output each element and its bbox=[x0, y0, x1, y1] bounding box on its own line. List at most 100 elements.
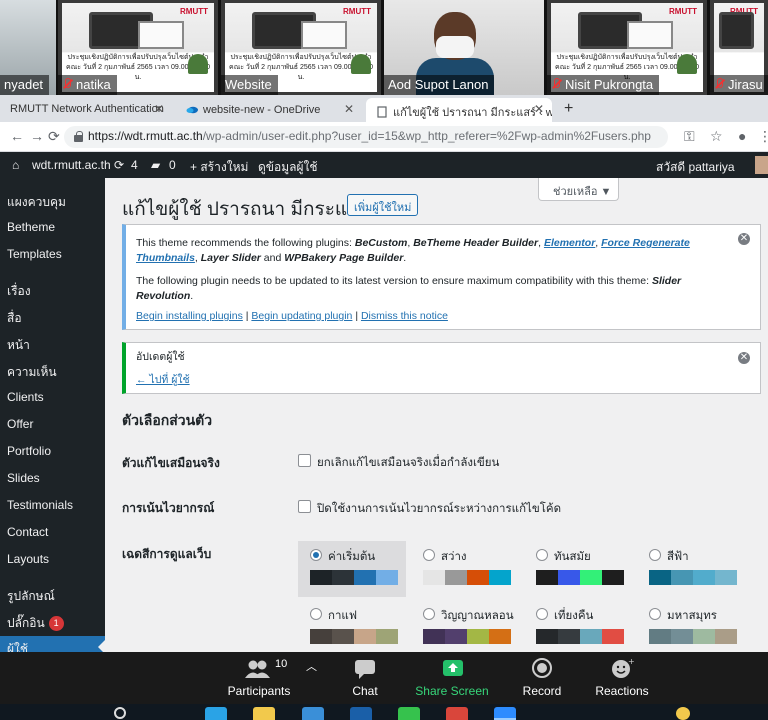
color-scheme-option[interactable]: ทันสมัย bbox=[524, 541, 632, 597]
dismiss-notice-link[interactable]: Dismiss this notice bbox=[361, 310, 448, 322]
participant-tile[interactable]: RMUTT ประชุมเชิงปฏิบัติการเพื่อปรับปรุงเว… bbox=[547, 0, 707, 95]
back-icon[interactable]: ← bbox=[10, 128, 24, 144]
menu-item-templates[interactable]: Templates bbox=[7, 247, 62, 261]
plugin-link[interactable]: Elementor bbox=[544, 237, 595, 249]
store-icon[interactable] bbox=[302, 707, 324, 720]
color-scheme-option[interactable]: สว่าง bbox=[411, 541, 519, 597]
tray-icon[interactable] bbox=[676, 707, 690, 720]
menu-item-plugins[interactable]: ปลั๊กอิน 1 bbox=[7, 614, 64, 633]
record-button[interactable]: Record bbox=[512, 652, 572, 704]
chrome-icon[interactable] bbox=[446, 707, 468, 720]
back-to-users-link[interactable]: ← ไปที่ ผู้ใช้ bbox=[136, 374, 190, 386]
mic-muted-icon bbox=[714, 78, 724, 90]
menu-item-portfolio[interactable]: Portfolio bbox=[7, 444, 51, 458]
participant-tile[interactable]: RMUTT Jirasu bbox=[710, 0, 768, 95]
menu-item-betheme[interactable]: Betheme bbox=[7, 220, 55, 234]
color-scheme-radio[interactable] bbox=[423, 608, 435, 620]
menu-item-layouts[interactable]: Layouts bbox=[7, 552, 49, 566]
help-tab-button[interactable]: ช่วยเหลือ ▼ bbox=[538, 178, 619, 201]
participants-button[interactable]: 10 Participants bbox=[222, 652, 296, 704]
url-field[interactable]: https://wdt.rmutt.ac.th/wp-admin/user-ed… bbox=[64, 126, 668, 148]
participants-menu-button[interactable]: ︿ bbox=[300, 652, 324, 704]
share-screen-icon bbox=[443, 660, 463, 676]
browser-tab[interactable]: website-new - OneDrive ✕ bbox=[176, 98, 362, 122]
menu-item-users[interactable]: ผู้ใช้ bbox=[7, 640, 28, 652]
search-icon[interactable] bbox=[114, 707, 126, 719]
updates-icon[interactable]: ⟳ bbox=[114, 158, 124, 172]
avatar[interactable] bbox=[755, 156, 768, 174]
comments-icon[interactable]: ▰ bbox=[151, 158, 160, 172]
menu-item-clients[interactable]: Clients bbox=[7, 390, 44, 404]
participant-tile[interactable]: RMUTT ประชุมเชิงปฏิบัติการเพื่อปรับปรุงเว… bbox=[221, 0, 381, 95]
visual-editor-checkbox[interactable] bbox=[298, 454, 311, 467]
dismiss-icon[interactable]: ✕ bbox=[738, 233, 750, 245]
new-content-link[interactable]: + สร้างใหม่ bbox=[190, 158, 248, 177]
menu-item-contact[interactable]: Contact bbox=[7, 525, 48, 539]
menu-item-slides[interactable]: Slides bbox=[7, 471, 40, 485]
reactions-button[interactable]: + Reactions bbox=[590, 652, 654, 704]
zoom-icon[interactable] bbox=[494, 707, 516, 720]
color-scheme-radio[interactable] bbox=[536, 549, 548, 561]
add-new-user-button[interactable]: เพิ่มผู้ใช้ใหม่ bbox=[347, 194, 419, 216]
menu-item-posts[interactable]: เรื่อง bbox=[7, 282, 31, 301]
browser-tab-active[interactable]: แก้ไขผู้ใช้ ปรารถนา มีกระแสร์ ‹ wdt ✕ bbox=[366, 98, 552, 122]
participant-tile[interactable]: Aod Supot Lanon bbox=[384, 0, 544, 95]
menu-item-testimonials[interactable]: Testimonials bbox=[7, 498, 73, 512]
dismiss-icon[interactable]: ✕ bbox=[738, 352, 750, 364]
zoom-toolbar: 10 Participants ︿ Chat Share Screen Reco… bbox=[0, 652, 768, 704]
browser-tab[interactable]: RMUTT Network Authentication ✕ bbox=[0, 98, 172, 122]
file-explorer-icon[interactable] bbox=[253, 707, 275, 720]
begin-installing-link[interactable]: Begin installing plugins bbox=[136, 310, 243, 322]
browser-tab-strip: RMUTT Network Authentication ✕ website-n… bbox=[0, 95, 768, 122]
comments-count[interactable]: 0 bbox=[169, 158, 176, 172]
color-scheme-name: สีฟ้า bbox=[667, 551, 689, 563]
menu-item-offer[interactable]: Offer bbox=[7, 417, 33, 431]
reload-icon[interactable]: ⟳ bbox=[48, 128, 60, 145]
color-scheme-option[interactable]: มหาสมุทร bbox=[637, 600, 745, 652]
menu-icon[interactable]: ⋮ bbox=[758, 128, 768, 145]
color-scheme-name: ค่าเริ่มต้น bbox=[328, 551, 376, 563]
home-icon[interactable]: ⌂ bbox=[12, 158, 19, 172]
key-icon[interactable]: ⚿ bbox=[684, 128, 695, 145]
menu-item-appearance[interactable]: รูปลักษณ์ bbox=[7, 587, 55, 606]
view-user-link[interactable]: ดูข้อมูลผู้ใช้ bbox=[258, 158, 318, 177]
menu-item-media[interactable]: สื่อ bbox=[7, 309, 22, 328]
color-scheme-radio[interactable] bbox=[310, 608, 322, 620]
line-icon[interactable] bbox=[398, 707, 420, 720]
begin-updating-link[interactable]: Begin updating plugin bbox=[251, 310, 352, 322]
color-scheme-option[interactable]: วิญญาณหลอน bbox=[411, 600, 519, 652]
participant-tile[interactable]: nyadet bbox=[0, 0, 56, 95]
app-icon[interactable] bbox=[350, 707, 372, 720]
color-scheme-option[interactable]: เที่ยงคืน bbox=[524, 600, 632, 652]
color-scheme-option[interactable]: กาแฟ bbox=[298, 600, 406, 652]
edge-icon[interactable] bbox=[205, 707, 227, 720]
account-greeting[interactable]: สวัสดี pattariya bbox=[656, 158, 735, 177]
color-scheme-radio[interactable] bbox=[649, 608, 661, 620]
chat-button[interactable]: Chat bbox=[340, 652, 390, 704]
profile-icon[interactable]: ● bbox=[738, 128, 746, 144]
menu-item-dashboard[interactable]: แผงควบคุม bbox=[7, 193, 66, 212]
syntax-highlight-checkbox[interactable] bbox=[298, 500, 311, 513]
site-name-link[interactable]: wdt.rmutt.ac.th bbox=[32, 158, 111, 172]
updates-count[interactable]: 4 bbox=[131, 158, 138, 172]
color-scheme-radio[interactable] bbox=[536, 608, 548, 620]
share-screen-button[interactable]: Share Screen bbox=[412, 652, 492, 704]
close-tab-icon[interactable]: ✕ bbox=[534, 102, 544, 116]
notice-actions: Begin installing plugins | Begin updatin… bbox=[136, 310, 448, 322]
color-scheme-radio[interactable] bbox=[423, 549, 435, 561]
forward-icon[interactable]: → bbox=[30, 128, 44, 144]
color-scheme-option[interactable]: ค่าเริ่มต้น bbox=[298, 541, 406, 597]
color-scheme-radio[interactable] bbox=[310, 549, 322, 561]
color-swatch bbox=[536, 629, 558, 644]
color-scheme-radio[interactable] bbox=[649, 549, 661, 561]
menu-item-pages[interactable]: หน้า bbox=[7, 336, 30, 355]
color-swatch bbox=[693, 629, 715, 644]
color-scheme-option[interactable]: สีฟ้า bbox=[637, 541, 745, 597]
menu-item-comments[interactable]: ความเห็น bbox=[7, 363, 57, 382]
color-swatch bbox=[715, 570, 737, 585]
star-icon[interactable]: ☆ bbox=[710, 128, 723, 145]
close-tab-icon[interactable]: ✕ bbox=[154, 102, 164, 116]
close-tab-icon[interactable]: ✕ bbox=[344, 102, 354, 116]
participant-tile[interactable]: RMUTT ประชุมเชิงปฏิบัติการเพื่อปรับปรุงเว… bbox=[58, 0, 218, 95]
new-tab-button[interactable]: + bbox=[556, 98, 584, 122]
